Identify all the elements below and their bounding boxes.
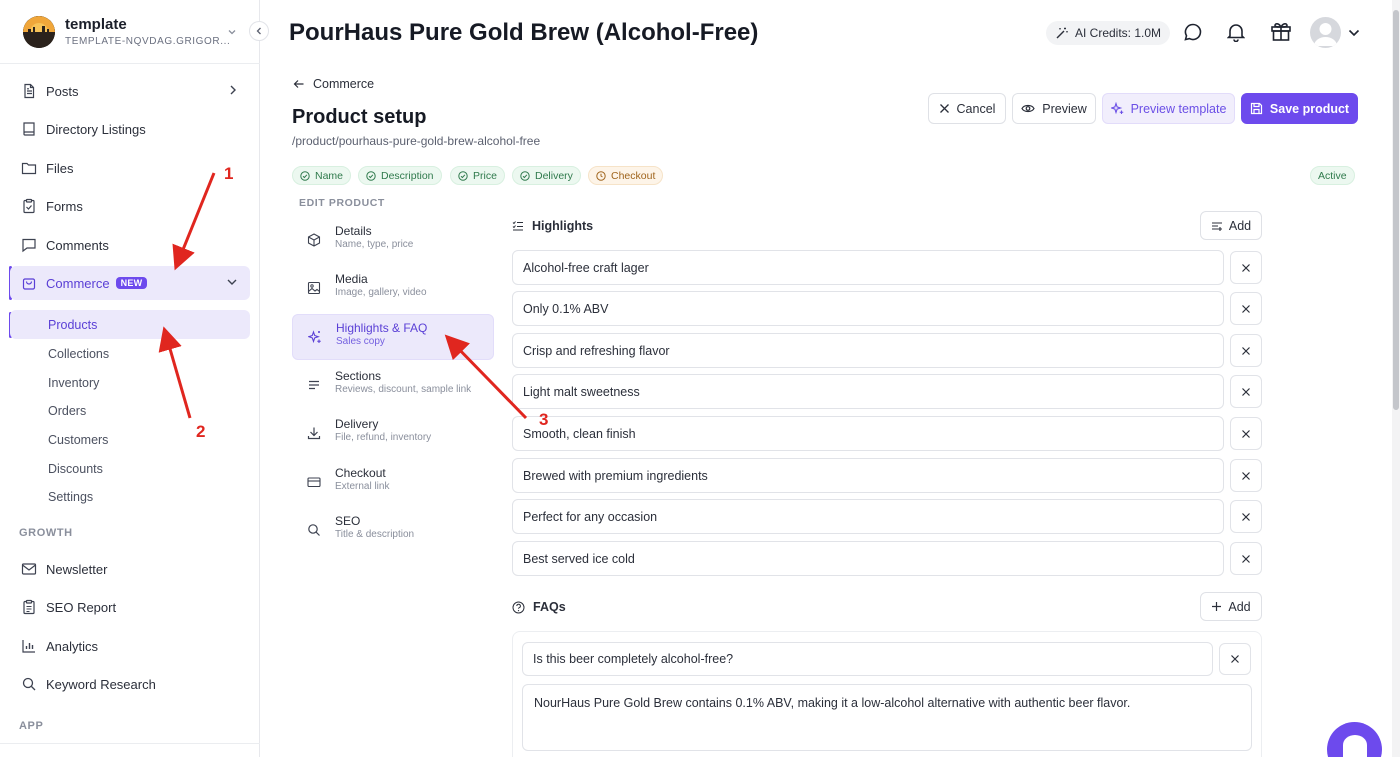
annotation-arrow-1	[172, 172, 216, 271]
annotation-overlay	[158, 172, 528, 420]
annotation-arrow-2	[158, 326, 192, 419]
app-root: template TEMPLATE-NQVDAG.GRIGOR... Posts…	[0, 0, 1400, 757]
annotation-number-3: 3	[539, 410, 549, 429]
annotation-number-2: 2	[196, 422, 206, 441]
annotation-arrow-3	[444, 334, 528, 420]
annotation-number-1: 1	[224, 164, 234, 183]
